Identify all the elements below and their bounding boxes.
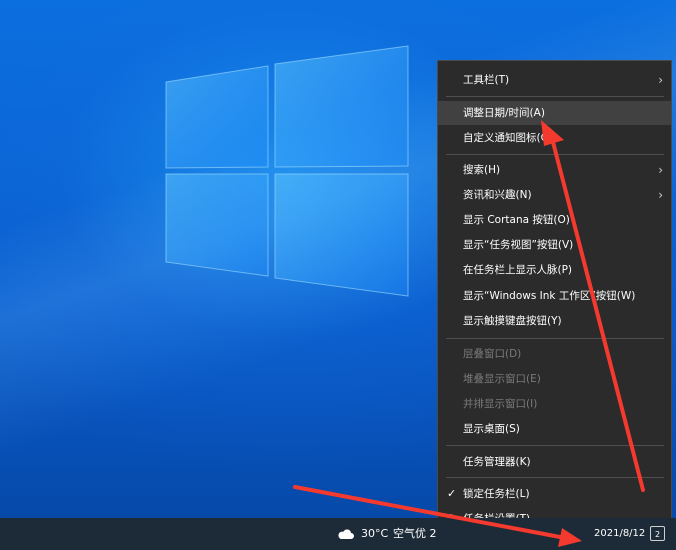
logo-pane-top-right [274,45,409,168]
menu-item-show-touch-keyboard-button[interactable]: 显示触摸键盘按钮(Y) [438,309,671,333]
menu-item-label: 显示桌面(S) [463,423,520,435]
weather-temperature[interactable]: 30°C [361,518,388,550]
menu-separator [446,477,664,478]
menu-item-stack-windows[interactable]: 堆叠显示窗口(E) [438,367,671,391]
menu-item-label: 显示 Cortana 按钮(O) [463,214,570,226]
menu-item-search[interactable]: 搜索(H) › [438,158,671,182]
menu-item-label: 工具栏(T) [463,74,510,86]
menu-separator [446,154,664,155]
menu-item-show-people[interactable]: 在任务栏上显示人脉(P) [438,258,671,282]
menu-item-label: 资讯和兴趣(N) [463,189,532,201]
menu-item-label: 层叠窗口(D) [463,348,522,360]
notification-badge: 2 [654,530,661,539]
menu-item-label: 堆叠显示窗口(E) [463,373,541,385]
menu-item-label: 并排显示窗口(I) [463,398,538,410]
menu-item-adjust-date-time[interactable]: 调整日期/时间(A) [438,101,671,125]
logo-pane-bottom-right [274,173,409,297]
menu-item-label: 搜索(H) [463,164,501,176]
menu-item-customize-notification-icons[interactable]: 自定义通知图标(C) [438,126,671,150]
menu-item-label: 调整日期/时间(A) [463,107,545,119]
menu-item-cascade-windows[interactable]: 层叠窗口(D) [438,342,671,366]
checkmark-icon: ✓ [447,487,457,500]
submenu-arrow-icon: › [658,73,663,87]
logo-pane-bottom-left [165,173,269,277]
menu-item-toolbars[interactable]: 工具栏(T) › [438,68,671,92]
menu-item-lock-taskbar[interactable]: ✓ 锁定任务栏(L) [438,482,671,506]
menu-item-news-and-interests[interactable]: 资讯和兴趣(N) › [438,183,671,207]
menu-item-label: 在任务栏上显示人脉(P) [463,264,573,276]
submenu-arrow-icon: › [658,188,663,202]
notification-center-icon[interactable]: 2 [650,526,665,541]
menu-separator [446,338,664,339]
menu-item-show-task-view-button[interactable]: 显示“任务视图”按钮(V) [438,233,671,257]
menu-item-label: 任务管理器(K) [463,456,531,468]
menu-item-label: 自定义通知图标(C) [463,132,553,144]
menu-item-label: 显示“Windows Ink 工作区”按钮(W) [463,290,636,302]
menu-item-show-cortana-button[interactable]: 显示 Cortana 按钮(O) [438,208,671,232]
logo-pane-top-left [165,65,269,169]
menu-item-label: 显示触摸键盘按钮(Y) [463,315,562,327]
submenu-arrow-icon: › [658,163,663,177]
cloud-icon[interactable] [337,528,354,539]
menu-item-side-by-side-windows[interactable]: 并排显示窗口(I) [438,392,671,416]
menu-item-label: 显示“任务视图”按钮(V) [463,239,574,251]
taskbar-date[interactable]: 2021/8/12 [594,518,645,550]
menu-item-show-desktop[interactable]: 显示桌面(S) [438,417,671,441]
weather-air-quality[interactable]: 空气优 2 [393,518,437,550]
menu-separator [446,96,664,97]
menu-separator [446,445,664,446]
menu-item-label: 锁定任务栏(L) [463,488,530,500]
taskbar: 30°C 空气优 2 2021/8/12 2 [0,518,676,550]
taskbar-context-menu: 工具栏(T) › 调整日期/时间(A) 自定义通知图标(C) 搜索(H) › 资… [437,60,672,528]
menu-item-show-windows-ink-button[interactable]: 显示“Windows Ink 工作区”按钮(W) [438,284,671,308]
menu-item-task-manager[interactable]: 任务管理器(K) [438,450,671,474]
